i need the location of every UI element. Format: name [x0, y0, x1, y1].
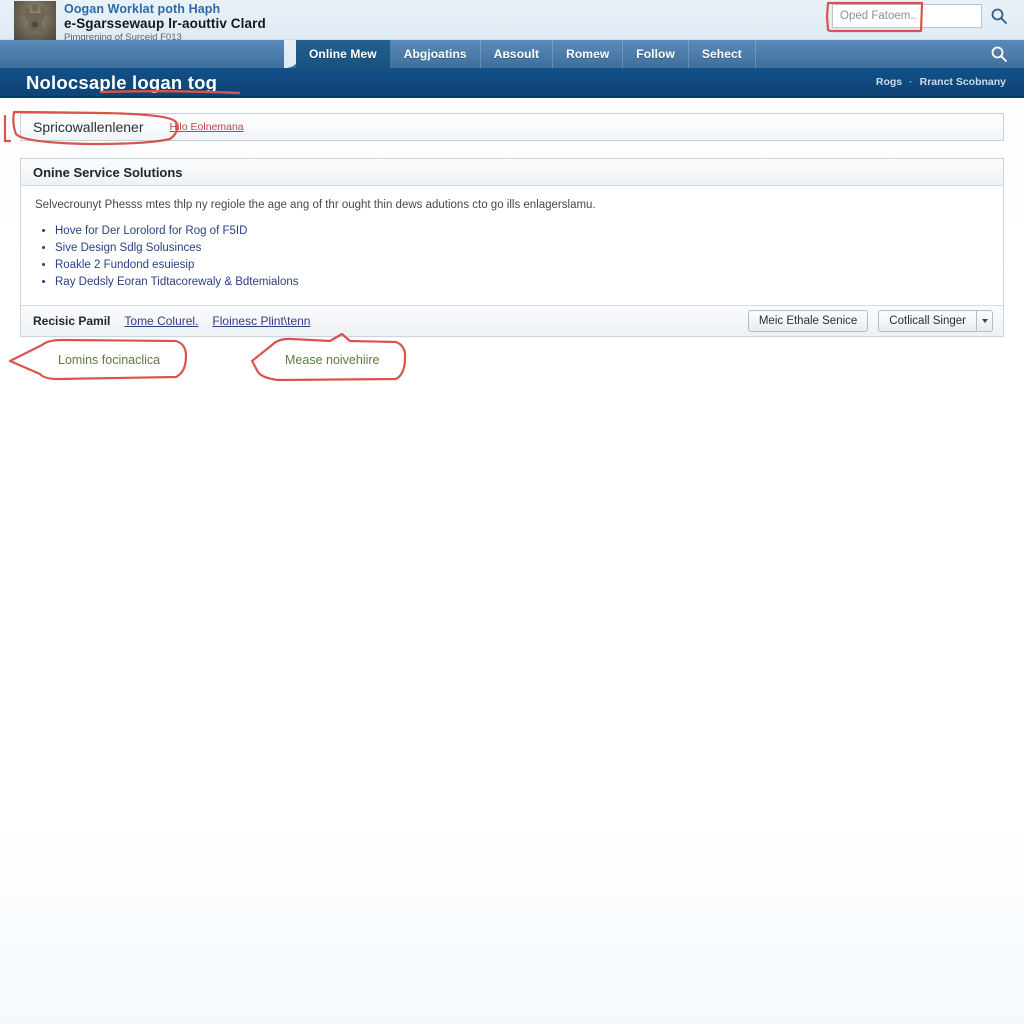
red-arrow-callout-left	[250, 332, 407, 382]
nav-tab-label: Abgjoatins	[403, 47, 467, 61]
title-bar-meta: Rogs · Rranct Scobnany	[876, 76, 1006, 88]
footer-link-1[interactable]: Tome Colurel.	[124, 314, 198, 328]
red-oval-annotation-tail	[3, 114, 12, 143]
nav-tab-online-mew[interactable]: Online Mew	[296, 40, 391, 68]
brand-title-secondary: e-Sgarssewaup lr-aouttiv Clard	[64, 16, 266, 32]
list-item-label: Sive Design Sdlg Solusinces	[55, 241, 202, 254]
search-input[interactable]	[832, 4, 982, 28]
nav-tab-abgjoatins[interactable]: Abgjoatins	[391, 40, 481, 68]
card-header: Onine Service Solutions	[21, 159, 1003, 186]
card-link-list: Hove for Der Lorolord for Rog of F5ID Si…	[35, 223, 989, 290]
split-button-main[interactable]: Cotlicall Singer	[878, 309, 976, 332]
nav-search-icon[interactable]	[990, 45, 1008, 63]
header-search	[832, 4, 1008, 28]
list-item-label: Roakle 2 Fundond esuiesip	[55, 258, 195, 271]
nav-tab-label: Online Mew	[309, 47, 377, 61]
nav-tab-sehect[interactable]: Sehect	[689, 40, 756, 68]
title-meta-item-1[interactable]: Rogs	[876, 76, 902, 88]
annotation-overlay	[3, 1, 924, 382]
card-footer: Recisic Pamil Tome Colurel. Floinesc Pli…	[21, 304, 1003, 336]
footer-label: Recisic Pamil	[33, 313, 111, 328]
footer-action-buttons: Meic Ethale Senice Cotlicall Singer	[747, 309, 993, 332]
list-item[interactable]: Sive Design Sdlg Solusinces	[55, 240, 989, 256]
list-item-label: Ray Dedsly Eoran Tidtacorewaly & Bdtemia…	[55, 275, 299, 288]
national-emblem-icon: नम	[14, 1, 56, 41]
nav-tab-follow[interactable]: Follow	[623, 40, 689, 68]
callout-text-layer: Lomins focinaclica Mease noivehiire	[0, 0, 1024, 1024]
callout-label-1: Lomins focinaclica	[58, 353, 161, 367]
chevron-down-icon[interactable]	[976, 309, 993, 332]
list-item-label: Hove for Der Lorolord for Rog of F5ID	[55, 224, 248, 237]
nav-tab-label: Sehect	[701, 47, 742, 61]
list-item[interactable]: Ray Dedsly Eoran Tidtacorewaly & Bdtemia…	[55, 274, 989, 290]
page-title-bar: Nolocsaple logan tog Rogs · Rranct Scobn…	[0, 68, 1024, 98]
selector-help-link[interactable]: Hilo Eolnemana	[170, 121, 244, 133]
site-header: नम Oogan Worklat poth Haph e-Sgarssewaup…	[0, 0, 1024, 43]
page-root: नम Oogan Worklat poth Haph e-Sgarssewaup…	[0, 0, 1024, 1024]
primary-action-button[interactable]: Meic Ethale Senice	[747, 309, 869, 332]
title-meta-item-2[interactable]: Rranct Scobnany	[920, 76, 1006, 88]
nav-tab-label: Follow	[636, 47, 675, 61]
search-icon[interactable]	[990, 7, 1008, 25]
red-arrow-callout-left	[8, 338, 188, 381]
nav-tab-label: Romew	[566, 47, 610, 61]
service-selector[interactable]: Spricowallenlener Hilo Eolnemana	[20, 113, 1004, 141]
card-body: Selvecrounyt Phesss mtes thlp ny regiole…	[21, 186, 1003, 305]
brand-text: Oogan Worklat poth Haph e-Sgarssewaup lr…	[64, 1, 266, 43]
callout-label-2: Mease noivehiire	[285, 353, 380, 367]
nav-tab-romew[interactable]: Romew	[553, 40, 624, 68]
card-intro-text: Selvecrounyt Phesss mtes thlp ny regiole…	[35, 199, 596, 211]
nav-tab-list: Online Mew Abgjoatins Aвsoult Romew Foll…	[296, 40, 756, 68]
primary-navigation: Online Mew Abgjoatins Aвsoult Romew Foll…	[0, 40, 1024, 68]
service-solutions-card: Onine Service Solutions Selvecrounyt Phe…	[20, 158, 1004, 337]
selector-row: Spricowallenlener Hilo Eolnemana	[20, 113, 1004, 141]
list-item[interactable]: Roakle 2 Fundond esuiesip	[55, 257, 989, 273]
brand-block: नम Oogan Worklat poth Haph e-Sgarssewaup…	[14, 1, 266, 43]
list-item[interactable]: Hove for Der Lorolord for Rog of F5ID	[55, 223, 989, 239]
selector-value: Spricowallenlener	[33, 119, 144, 135]
page-title: Nolocsaple logan tog	[26, 72, 218, 93]
svg-text:नम: नम	[33, 34, 38, 39]
title-meta-separator: ·	[909, 76, 913, 88]
nav-tab-label: Aвsoult	[493, 47, 540, 61]
card-title: Onine Service Solutions	[33, 164, 183, 180]
footer-link-2[interactable]: Floinesc Plint\tenn	[212, 314, 310, 328]
split-action-button: Cotlicall Singer	[878, 309, 993, 332]
nav-tab-absoult[interactable]: Aвsoult	[481, 40, 554, 68]
brand-title-primary: Oogan Worklat poth Haph	[64, 2, 221, 16]
